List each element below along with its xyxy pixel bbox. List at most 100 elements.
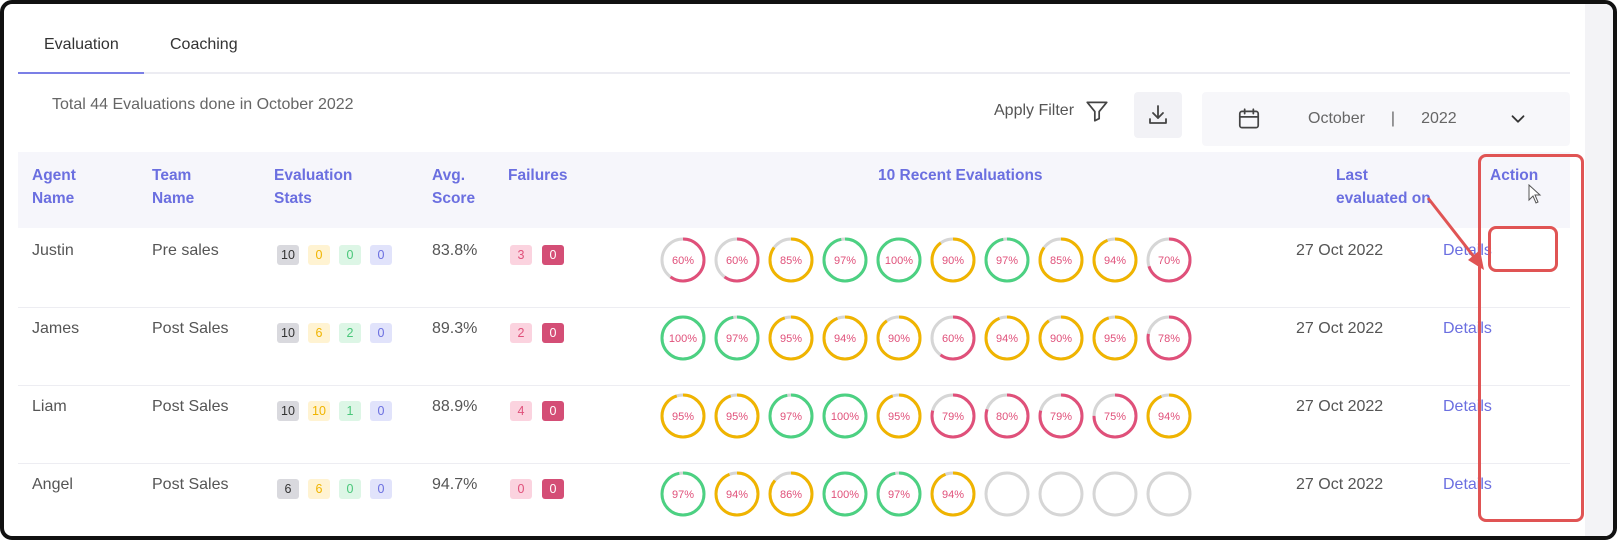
evaluation-score-ring[interactable]	[1037, 470, 1085, 518]
scrollbar-track[interactable]	[1585, 4, 1613, 536]
evaluation-score-ring[interactable]: 85%	[767, 236, 815, 284]
evaluation-score-ring[interactable]	[1091, 470, 1139, 518]
ring-score-label: 94%	[834, 333, 856, 345]
chevron-down-icon[interactable]	[1507, 108, 1529, 130]
month-picker[interactable]: October | 2022	[1202, 92, 1570, 146]
ring-score-label: 90%	[888, 333, 910, 345]
evaluation-score-ring[interactable]: 97%	[713, 314, 761, 362]
tab-coaching[interactable]: Coaching	[170, 36, 238, 54]
evaluation-score-ring[interactable]: 94%	[1091, 236, 1139, 284]
evaluation-score-ring[interactable]	[1145, 470, 1193, 518]
team-name: Post Sales	[152, 476, 229, 493]
ring-score-label: 90%	[1050, 333, 1072, 345]
header-recent-evaluations: 10 Recent Evaluations	[878, 167, 1043, 184]
tab-evaluation[interactable]: Evaluation	[44, 36, 119, 54]
ring-score-label: 79%	[942, 411, 964, 423]
avg-score: 94.7%	[432, 476, 478, 493]
ring-score-label: 97%	[996, 255, 1018, 267]
evaluation-score-ring[interactable]: 94%	[713, 470, 761, 518]
ring-score-label: 97%	[672, 489, 694, 501]
evaluation-score-ring[interactable]: 90%	[1037, 314, 1085, 362]
evaluation-score-ring[interactable]: 90%	[929, 236, 977, 284]
ring-score-label: 79%	[1050, 411, 1072, 423]
ring-score-label: 97%	[888, 489, 910, 501]
stat-total-badge: 6	[277, 479, 299, 499]
evaluation-score-ring[interactable]: 94%	[983, 314, 1031, 362]
evaluation-score-ring[interactable]: 90%	[875, 314, 923, 362]
evaluation-score-ring[interactable]: 95%	[875, 392, 923, 440]
evaluation-score-ring[interactable]: 60%	[659, 236, 707, 284]
header-team-name[interactable]: Team Name	[152, 164, 194, 210]
team-name: Post Sales	[152, 320, 229, 337]
header-last-evaluated[interactable]: Last evaluated on	[1336, 164, 1431, 210]
evaluation-score-ring[interactable]: 100%	[821, 470, 869, 518]
ring-score-label: 60%	[726, 255, 748, 267]
apply-filter-button[interactable]: Apply Filter	[994, 98, 1110, 124]
evaluation-score-ring[interactable]: 75%	[1091, 392, 1139, 440]
last-evaluated-date: 27 Oct 2022	[1296, 242, 1384, 259]
recent-evaluations: 97% 94% 86% 100% 97% 94%	[659, 470, 1193, 518]
evaluation-score-ring[interactable]: 100%	[875, 236, 923, 284]
evaluation-score-ring[interactable]: 94%	[821, 314, 869, 362]
last-evaluated-date: 27 Oct 2022	[1296, 320, 1384, 337]
header-evaluation-stats[interactable]: Evaluation Stats	[274, 164, 352, 210]
evaluation-score-ring[interactable]: 97%	[659, 470, 707, 518]
details-link-highlight	[1488, 226, 1558, 272]
ring-score-label: 97%	[726, 333, 748, 345]
agent-name: James	[32, 320, 80, 337]
tab-bar: Evaluation Coaching	[18, 26, 1570, 74]
header-failures[interactable]: Failures	[508, 164, 567, 187]
evaluation-score-ring[interactable]: 70%	[1145, 236, 1193, 284]
evaluation-score-ring[interactable]: 97%	[767, 392, 815, 440]
mouse-cursor-icon	[1528, 184, 1542, 204]
stat-other-badge: 0	[370, 401, 392, 421]
ring-score-label: 60%	[942, 333, 964, 345]
evaluation-score-ring[interactable]: 86%	[767, 470, 815, 518]
stat-passed-badge: 0	[339, 245, 361, 265]
evaluation-score-ring[interactable]: 95%	[659, 392, 707, 440]
evaluation-score-ring[interactable]	[983, 470, 1031, 518]
stat-other-badge: 0	[370, 479, 392, 499]
ring-score-label: 100%	[669, 333, 697, 345]
failures: 40	[510, 401, 564, 421]
evaluation-score-ring[interactable]: 78%	[1145, 314, 1193, 362]
evaluation-score-ring[interactable]: 79%	[929, 392, 977, 440]
evaluation-score-ring[interactable]: 95%	[767, 314, 815, 362]
header-agent-name[interactable]: Agent Name	[32, 164, 76, 210]
ring-score-label: 95%	[1104, 333, 1126, 345]
stat-other-badge: 0	[370, 323, 392, 343]
failure-count-badge: 0	[510, 479, 532, 499]
evaluation-score-ring[interactable]: 80%	[983, 392, 1031, 440]
evaluation-score-ring[interactable]: 94%	[1145, 392, 1193, 440]
table-row: Justin Pre sales 10 0 0 0 83.8% 3 0 60% 60% 85% 97% 1…	[18, 228, 1570, 308]
evaluation-score-ring[interactable]: 97%	[875, 470, 923, 518]
evaluation-score-ring[interactable]: 79%	[1037, 392, 1085, 440]
evaluation-score-ring[interactable]: 97%	[983, 236, 1031, 284]
apply-filter-label: Apply Filter	[994, 102, 1075, 119]
header-avg-score[interactable]: Avg. Score	[432, 164, 475, 210]
download-icon	[1149, 105, 1167, 124]
evaluation-score-ring[interactable]: 100%	[659, 314, 707, 362]
evaluation-score-ring[interactable]: 100%	[821, 392, 869, 440]
evaluation-score-ring[interactable]: 60%	[929, 314, 977, 362]
ring-score-label: 100%	[885, 255, 913, 267]
critical-failure-badge: 0	[542, 323, 564, 343]
evaluation-score-ring[interactable]: 95%	[1091, 314, 1139, 362]
ring-score-label: 95%	[726, 411, 748, 423]
evaluation-score-ring[interactable]: 94%	[929, 470, 977, 518]
evaluation-score-ring[interactable]: 95%	[713, 392, 761, 440]
date-separator: |	[1390, 110, 1396, 127]
critical-failure-badge: 0	[542, 245, 564, 265]
table-header: Agent Name Team Name Evaluation Stats Av…	[18, 152, 1570, 228]
stat-total-badge: 10	[277, 401, 299, 421]
evaluation-score-ring[interactable]: 97%	[821, 236, 869, 284]
evaluation-score-ring[interactable]: 60%	[713, 236, 761, 284]
ring-track	[1146, 471, 1192, 517]
download-button[interactable]	[1134, 92, 1182, 138]
evaluation-stats: 10 6 2 0	[277, 323, 392, 343]
stat-pending-badge: 10	[308, 401, 330, 421]
failure-count-badge: 4	[510, 401, 532, 421]
last-evaluated-date: 27 Oct 2022	[1296, 398, 1384, 415]
evaluation-score-ring[interactable]: 85%	[1037, 236, 1085, 284]
agent-name: Liam	[32, 398, 67, 415]
